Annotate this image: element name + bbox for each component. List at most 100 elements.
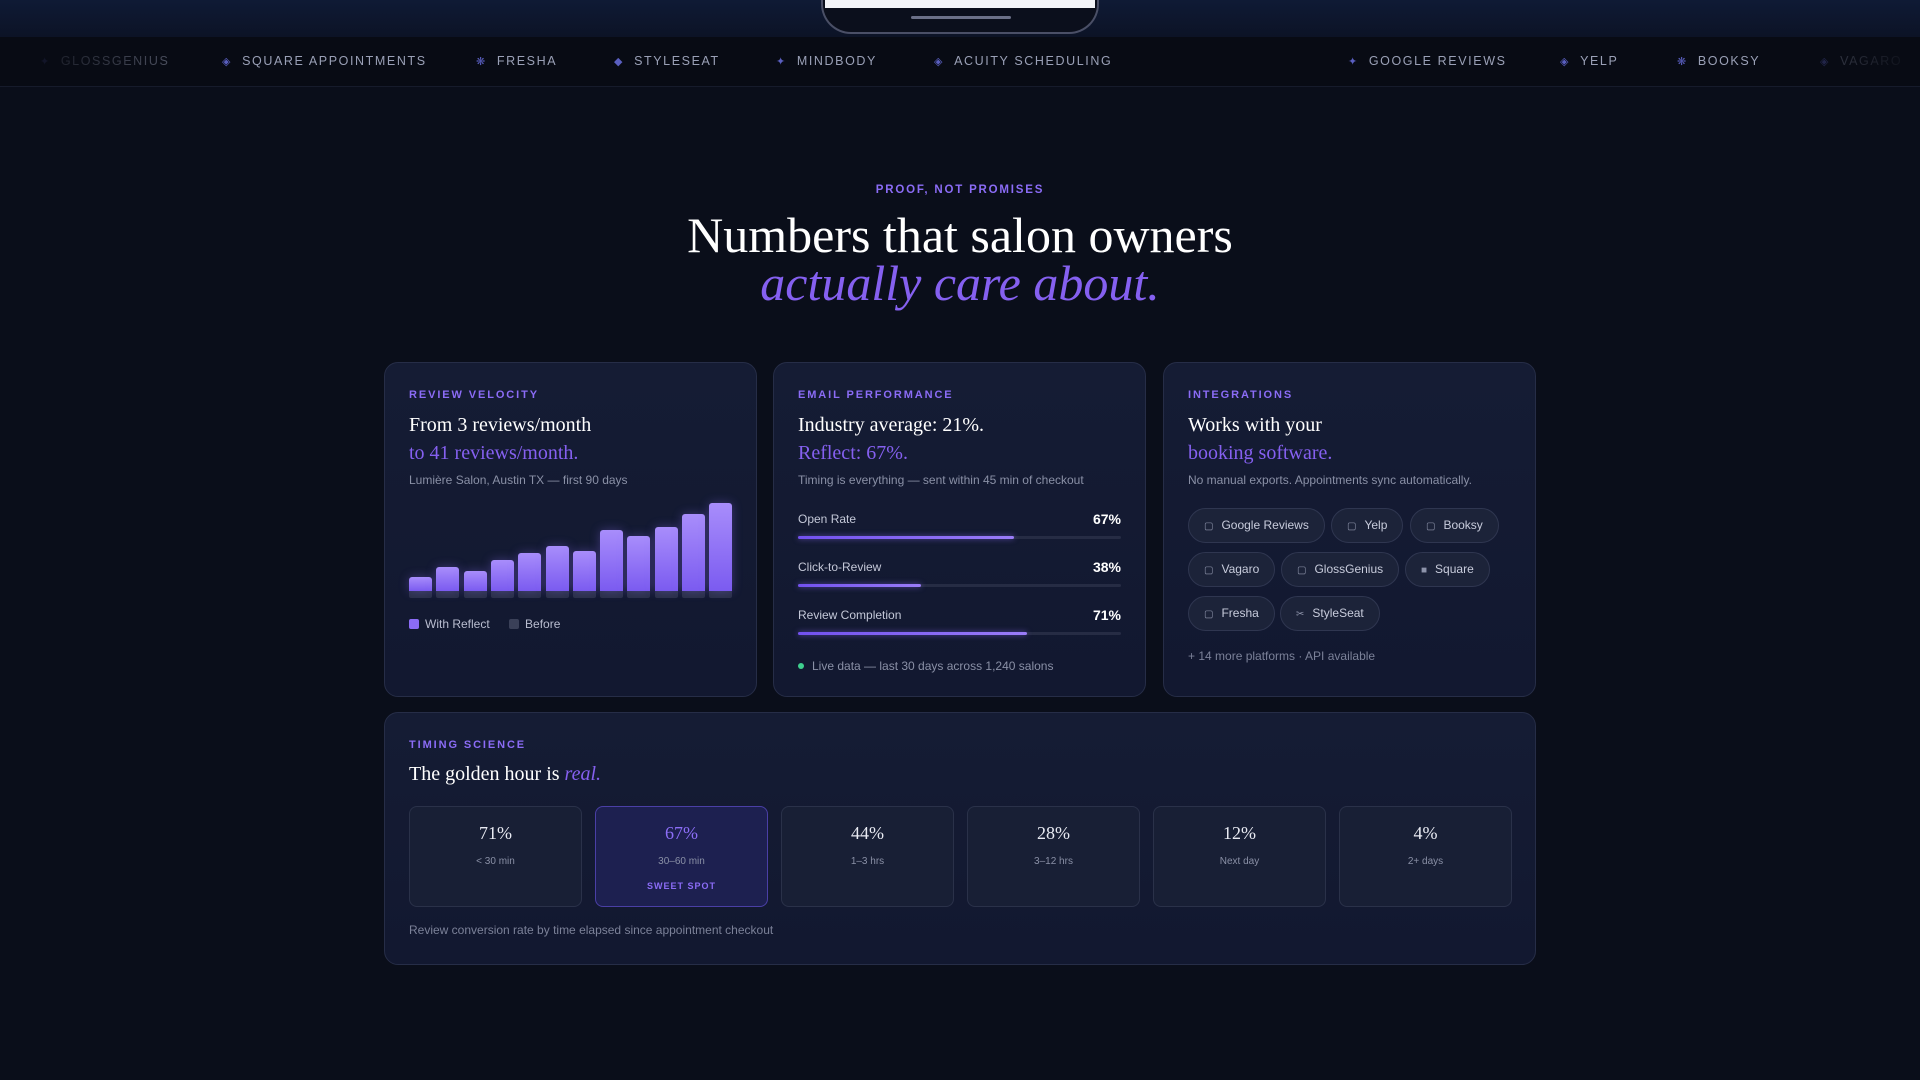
bar-before [572,591,596,598]
legend-item-after: With Reflect [409,617,490,631]
marquee-label: Yelp [1580,54,1619,68]
flower-icon: ❋ [476,56,487,68]
progress-track [798,536,1121,539]
integration-chip[interactable]: ▢ Yelp [1331,508,1404,543]
chip-label: Yelp [1364,518,1388,532]
progress-fill [798,536,1015,539]
integration-chip[interactable]: ▢ Vagaro [1188,552,1276,587]
bar-before [600,591,624,598]
card-label: EMAIL PERFORMANCE [798,389,954,401]
tile-time-range: 30–60 min [658,856,705,867]
bar-before [709,591,733,598]
metric-name: Click-to-Review [798,560,882,574]
bar-before [409,591,432,598]
progress-track [798,632,1121,635]
card-title: Industry average: 21%. [798,414,985,436]
marquee-item: ◈ Square Appointments [222,54,427,68]
bar-with-reflect [627,536,651,591]
card-subtitle: Lumière Salon, Austin TX — first 90 days [409,473,628,487]
bar-group [518,503,542,598]
live-data-text: Live data — last 30 days across 1,240 sa… [812,659,1054,673]
progress-fill [798,632,1028,635]
integration-chip[interactable]: ▢ Google Reviews [1188,508,1325,543]
chip-label: Vagaro [1221,562,1260,576]
bar-before [627,591,651,598]
metric-value: 38% [1092,559,1121,575]
title-text: The golden hour is [409,763,565,785]
tile-time-range: 1–3 hrs [850,856,885,867]
card-label: REVIEW VELOCITY [409,389,539,401]
card-label: TIMING SCIENCE [409,739,527,751]
tile-percentage: 44% [851,823,884,843]
marquee-label: Acuity Scheduling [954,54,1113,68]
timing-tile: 28% 3–12 hrs [967,806,1140,907]
bar-before [682,591,705,598]
yelp-icon: ▢ [1347,521,1357,532]
square-icon: ■ [1421,565,1428,576]
chip-label: Fresha [1221,606,1259,620]
card-accent: to 41 reviews/month. [409,442,579,464]
integration-chip[interactable]: ▢ Fresha [1188,596,1275,631]
bar-before [545,591,569,598]
tile-time-range: < 30 min [476,856,515,867]
booksy-icon: ▢ [1426,521,1436,532]
bar-group [654,503,678,598]
timing-tile: 44% 1–3 hrs [781,806,954,907]
sparkle-icon: ✦ [1348,56,1359,68]
timing-tile: 71% < 30 min [409,806,582,907]
marquee-label: StyleSeat [634,54,720,68]
legend-swatch [509,619,520,629]
integration-chip[interactable]: ■ Square [1405,552,1490,587]
tile-percentage: 12% [1223,823,1256,843]
card-title: From 3 reviews/month [409,414,592,436]
bar-with-reflect [436,567,460,591]
velocity-bar-chart [409,503,734,598]
bar-with-reflect [490,560,514,591]
fresha-icon: ▢ [1204,609,1214,620]
live-data-note: Live data — last 30 days across 1,240 sa… [798,659,1053,673]
marquee-label: Mindbody [796,54,877,68]
marquee-item: ❋ Booksy [1677,54,1760,68]
diamond-icon: ◈ [222,56,233,68]
bar-with-reflect [654,527,678,591]
scissors-icon: ✂ [1296,609,1305,620]
integration-chip[interactable]: ✂ StyleSeat [1280,596,1380,631]
marquee-fade-right [1780,37,1920,86]
metric-review-completion: Review Completion 71% [798,607,1121,635]
more-platforms-note: + 14 more platforms · API available [1188,649,1376,663]
timing-caption: Review conversion rate by time elapsed s… [409,923,774,937]
legend-swatch [409,619,419,629]
chip-label: GlossGenius [1314,562,1384,576]
integrations-marquee: ◈Vagaro❋Booksy◈Yelp✦Google Reviews◈Acuit… [0,37,1920,87]
chip-label: Booksy [1443,518,1483,532]
legend-item-before: Before [509,617,560,631]
bar-with-reflect [709,503,733,591]
progress-track [798,584,1121,587]
tile-percentage: 4% [1413,823,1438,843]
vagaro-icon: ▢ [1204,565,1214,576]
email-performance-card: EMAIL PERFORMANCE Industry average: 21%.… [773,362,1146,697]
timing-tile: 4% 2+ days [1339,806,1512,907]
live-status-dot [798,663,804,669]
bar-before [654,591,678,598]
diamond-icon: ◈ [934,56,945,68]
review-velocity-card: REVIEW VELOCITY From 3 reviews/month to … [384,362,757,697]
sparkle-icon: ✦ [776,56,787,68]
diamond-icon: ◈ [1560,56,1571,68]
chip-label: Google Reviews [1221,518,1309,532]
bar-with-reflect [409,577,432,591]
integration-chip[interactable]: ▢ GlossGenius [1281,552,1400,587]
bar-before [518,591,542,598]
section-eyebrow: PROOF, NOT PROMISES [875,184,1045,196]
card-accent: booking software. [1188,442,1333,464]
section-title-accent: actually care about. [760,255,1160,311]
bar-with-reflect [682,514,705,591]
marquee-label: Google Reviews [1368,54,1507,68]
bar-group [572,503,596,598]
tile-percentage: 28% [1037,823,1070,843]
tile-time-range: Next day [1219,856,1260,867]
tile-time-range: 2+ days [1407,856,1444,867]
bar-before [463,591,487,598]
bar-before [436,591,460,598]
integration-chip[interactable]: ▢ Booksy [1410,508,1499,543]
